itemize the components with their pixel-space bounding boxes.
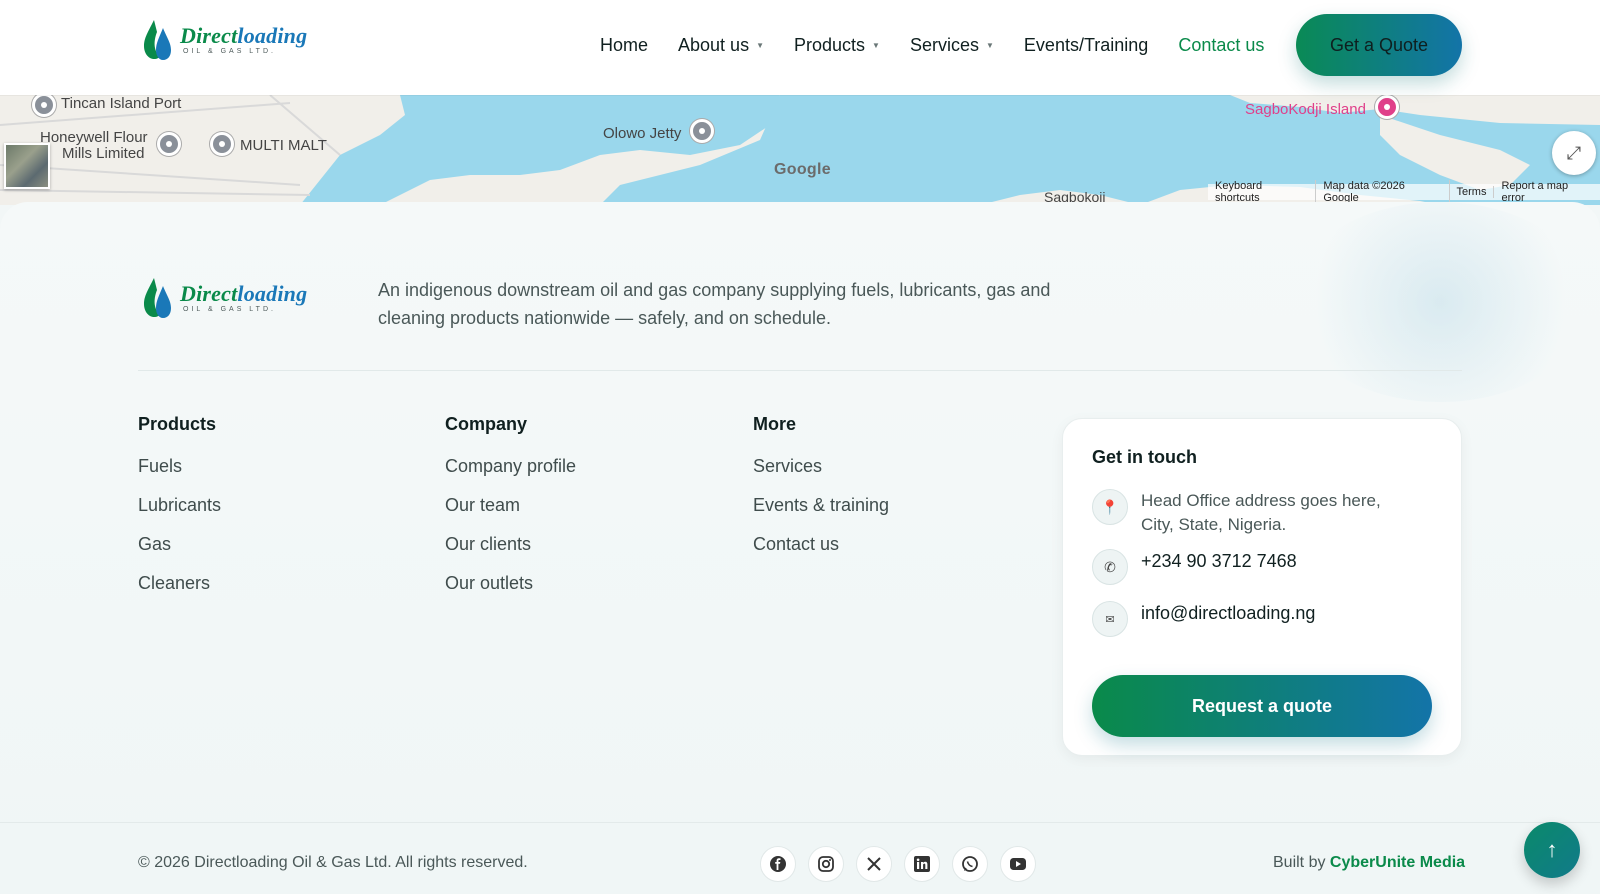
facebook-icon[interactable]	[760, 846, 796, 882]
nav-contact[interactable]: Contact us	[1178, 30, 1264, 60]
location-pin-icon: 📍	[1092, 489, 1128, 525]
brand-main: Direct	[180, 281, 238, 306]
nav-products[interactable]: Products ▼	[794, 30, 880, 60]
phone-icon: ✆	[1092, 549, 1128, 585]
col-heading: Company	[445, 414, 528, 434]
fullscreen-icon[interactable]: ⤢	[1552, 131, 1596, 175]
map-data-text: Map data ©2026 Google	[1316, 180, 1450, 204]
request-quote-button[interactable]: Request a quote	[1092, 675, 1432, 737]
map-pin-icon[interactable]	[690, 119, 714, 143]
x-icon[interactable]	[856, 846, 892, 882]
link-contact-us[interactable]: Contact us	[753, 533, 889, 572]
nav-home[interactable]: Home	[600, 30, 648, 60]
brand-sub: OIL & GAS LTD.	[183, 306, 276, 313]
arrow-up-icon: ↑	[1546, 837, 1558, 862]
contact-address: Head Office address goes here, City, Sta…	[1141, 491, 1381, 534]
nav-services-label: Services	[909, 34, 979, 55]
caret-down-icon: ▼	[986, 40, 994, 50]
site-footer: Directloading OIL & GAS LTD. An indigeno…	[0, 202, 1600, 894]
built-by-link[interactable]: CyberUnite Media	[1330, 854, 1465, 871]
bottom-divider	[0, 822, 1600, 823]
nav-home-label: Home	[600, 34, 649, 55]
nav-contact-label: Contact us	[1178, 34, 1265, 55]
link-our-clients[interactable]: Our clients	[445, 533, 576, 572]
nav-about-label: About us	[678, 34, 750, 55]
map-pin-icon[interactable]	[1375, 95, 1399, 119]
drop-logo-icon	[142, 18, 174, 62]
footer-col-products: Products Fuels Lubricants Gas Cleaners	[138, 414, 221, 611]
mail-icon: ✉	[1092, 601, 1128, 637]
nav-events-label: Events/Training	[1023, 34, 1149, 55]
footer-col-company: Company Company profile Our team Our cli…	[445, 414, 576, 611]
instagram-icon[interactable]	[808, 846, 844, 882]
nav-products-label: Products	[794, 34, 866, 55]
link-services[interactable]: Services	[753, 455, 889, 494]
link-company-profile[interactable]: Company profile	[445, 455, 576, 494]
contact-card: Get in touch 📍 Head Office address goes …	[1062, 418, 1462, 756]
built-by-prefix: Built by	[1273, 854, 1326, 871]
map-label-olowo: Olowo Jetty	[603, 125, 682, 142]
brand-accent: loading	[237, 23, 308, 48]
footer-logo[interactable]: Directloading OIL & GAS LTD.	[142, 276, 307, 320]
col-heading: Products	[138, 414, 217, 434]
map-label-honeywell: Honeywell Flour	[40, 129, 148, 146]
contact-phone[interactable]: +234 90 3712 7468	[1141, 549, 1411, 573]
report-error-link[interactable]: Report a map error	[1494, 180, 1600, 204]
brand-sub: OIL & GAS LTD.	[183, 48, 276, 55]
site-header: Directloading OIL & GAS LTD. Home About …	[0, 0, 1600, 95]
link-our-outlets[interactable]: Our outlets	[445, 572, 576, 611]
map-label-sagbokodji: SagboKodji Island	[1245, 101, 1366, 118]
col-heading: More	[753, 414, 797, 434]
map-embed[interactable]: Tincan Island Port Honeywell Flour Mills…	[0, 95, 1600, 205]
nav-events[interactable]: Events/Training	[1024, 30, 1148, 60]
link-our-team[interactable]: Our team	[445, 494, 576, 533]
map-pin-icon[interactable]	[157, 132, 181, 156]
satellite-toggle[interactable]	[4, 143, 50, 189]
logo[interactable]: Directloading OIL & GAS LTD.	[142, 18, 307, 62]
contact-card-title: Get in touch	[1092, 447, 1197, 467]
divider	[138, 370, 1462, 371]
caret-down-icon: ▼	[756, 40, 764, 50]
map-pin-icon[interactable]	[210, 132, 234, 156]
map-label-honeywell-2: Mills Limited	[62, 145, 145, 162]
nav-services[interactable]: Services ▼	[910, 30, 994, 60]
link-cleaners[interactable]: Cleaners	[138, 572, 221, 611]
youtube-icon[interactable]	[1000, 846, 1036, 882]
contact-email[interactable]: info@directloading.ng	[1141, 601, 1411, 625]
link-lubricants[interactable]: Lubricants	[138, 494, 221, 533]
link-fuels[interactable]: Fuels	[138, 455, 221, 494]
map-label-multi-malt: MULTI MALT	[240, 137, 327, 154]
built-by: Built by CyberUnite Media	[1273, 854, 1465, 872]
contact-phone-row[interactable]: ✆ +234 90 3712 7468	[1092, 549, 1411, 585]
social-links	[760, 846, 1036, 882]
contact-address-row: 📍 Head Office address goes here, City, S…	[1092, 489, 1411, 537]
back-to-top-button[interactable]: ↑	[1524, 822, 1580, 878]
contact-email-row[interactable]: ✉ info@directloading.ng	[1092, 601, 1411, 637]
keyboard-shortcuts-link[interactable]: Keyboard shortcuts	[1208, 180, 1317, 204]
link-events-training[interactable]: Events & training	[753, 494, 889, 533]
brand-accent: loading	[237, 281, 308, 306]
decorative-glow	[1290, 202, 1590, 402]
linkedin-icon[interactable]	[904, 846, 940, 882]
map-label-tincan: Tincan Island Port	[61, 95, 182, 112]
google-logo: Google	[774, 161, 831, 178]
caret-down-icon: ▼	[872, 40, 880, 50]
get-quote-button[interactable]: Get a Quote	[1296, 14, 1462, 76]
brand-main: Direct	[180, 23, 238, 48]
main-nav: Home About us ▼ Products ▼ Services ▼ Event…	[600, 30, 1294, 60]
drop-logo-icon	[142, 276, 174, 320]
footer-tagline: An indigenous downstream oil and gas com…	[378, 280, 1051, 328]
terms-link[interactable]: Terms	[1450, 186, 1495, 198]
nav-about[interactable]: About us ▼	[678, 30, 764, 60]
whatsapp-icon[interactable]	[952, 846, 988, 882]
map-attribution: Keyboard shortcuts Map data ©2026 Google…	[1208, 180, 1600, 204]
link-gas[interactable]: Gas	[138, 533, 221, 572]
footer-col-more: More Services Events & training Contact …	[753, 414, 889, 572]
copyright-text: © 2026 Directloading Oil & Gas Ltd. All …	[138, 854, 528, 871]
